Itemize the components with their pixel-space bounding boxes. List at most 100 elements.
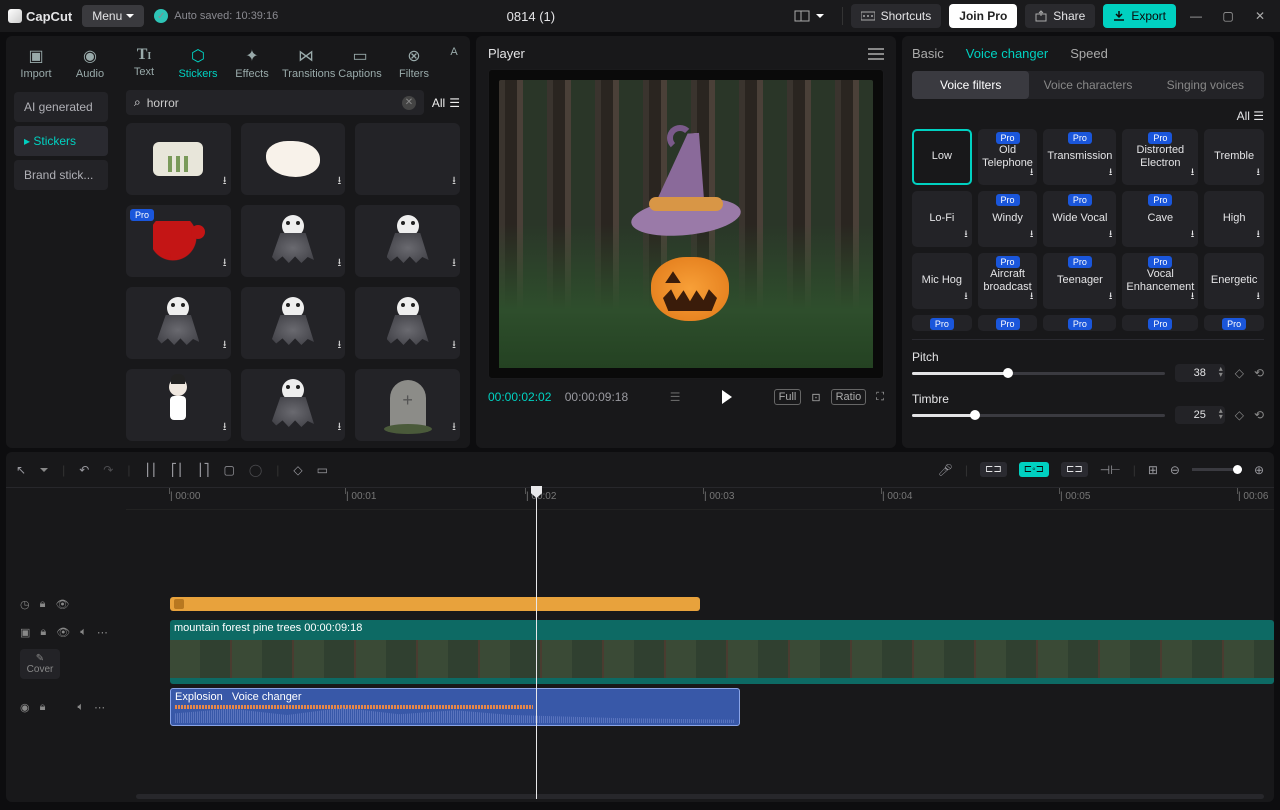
search-input[interactable]: [147, 96, 396, 110]
download-icon[interactable]: ⭳: [1109, 227, 1113, 244]
tab-audio[interactable]: ◉Audio: [66, 42, 114, 84]
snap-tool[interactable]: ⊏⊐: [1061, 462, 1088, 477]
download-icon[interactable]: ⭳: [337, 418, 341, 437]
sticker-item[interactable]: ⭳: [241, 287, 346, 359]
magnet-tool[interactable]: ⊏⊐: [980, 462, 1007, 477]
join-pro-button[interactable]: Join Pro: [949, 4, 1017, 28]
voice-filter-card[interactable]: ProTeenager⭳: [1043, 253, 1116, 309]
mute-icon[interactable]: 🔈︎: [77, 701, 84, 714]
voice-filter-card[interactable]: ProOld Telephone⭳: [978, 129, 1038, 185]
download-icon[interactable]: ⭳: [337, 254, 341, 273]
video-clip[interactable]: mountain forest pine trees 00:00:09:18: [170, 620, 1274, 684]
tab-speed[interactable]: Speed: [1070, 46, 1108, 61]
full-button[interactable]: Full: [774, 389, 802, 405]
align-tool[interactable]: ⊣⊢: [1100, 463, 1121, 477]
download-icon[interactable]: ⭳: [452, 254, 456, 273]
video-icon[interactable]: ▣: [20, 626, 30, 639]
menu-button[interactable]: Menu: [82, 5, 144, 27]
lock-icon[interactable]: 🔒︎: [40, 701, 46, 714]
player-menu-icon[interactable]: [868, 48, 884, 60]
download-icon[interactable]: ⭳: [337, 336, 341, 355]
mic-icon[interactable]: 🎤︎: [938, 463, 953, 477]
chevron-down-icon[interactable]: [40, 468, 48, 472]
subtab-characters[interactable]: Voice characters: [1029, 71, 1146, 99]
voice-filter-card[interactable]: ProWide Vocal⭳: [1043, 191, 1116, 247]
voice-filter-card[interactable]: Tremble⭳: [1204, 129, 1264, 185]
voice-filter-card[interactable]: Pro: [1122, 315, 1198, 331]
sidebar-item-brand[interactable]: Brand stick...: [14, 160, 108, 190]
voice-filter-card[interactable]: High⭳: [1204, 191, 1264, 247]
download-icon[interactable]: ⭳: [1257, 165, 1261, 182]
voice-filter-card[interactable]: Mic Hog⭳: [912, 253, 972, 309]
tab-effects[interactable]: ✦Effects: [228, 42, 276, 84]
sticker-overlay[interactable]: [631, 133, 741, 253]
tab-stickers[interactable]: ⬡Stickers: [174, 42, 222, 84]
tab-captions[interactable]: ▭Captions: [336, 42, 384, 84]
window-maximize[interactable]: ▢: [1216, 9, 1240, 23]
keyframe-icon[interactable]: ⟲: [1254, 366, 1264, 380]
timeline-scrollbar[interactable]: [136, 794, 1264, 799]
download-icon[interactable]: ⭳: [1257, 289, 1261, 306]
audio-icon[interactable]: ◉: [20, 701, 30, 714]
voice-filter-card[interactable]: Pro: [1043, 315, 1116, 331]
subtab-singing[interactable]: Singing voices: [1147, 71, 1264, 99]
voice-filter-card[interactable]: ProVocal Enhancement⭳: [1122, 253, 1198, 309]
select-tool[interactable]: ↖: [16, 463, 26, 477]
sticker-item[interactable]: ⭳: [126, 287, 231, 359]
lock-icon[interactable]: 🔒︎: [40, 598, 46, 611]
sidebar-item-ai[interactable]: AI generated: [14, 92, 108, 122]
tab-transitions[interactable]: ⋈Transitions: [282, 42, 330, 84]
zoom-out[interactable]: ⊖: [1170, 463, 1180, 477]
search-box[interactable]: ⌕ ✕: [126, 90, 424, 115]
fullscreen-icon[interactable]: ⛶: [876, 391, 884, 404]
download-icon[interactable]: ⭳: [1030, 165, 1034, 182]
voice-filter-card[interactable]: Pro: [912, 315, 972, 331]
pitch-slider[interactable]: [912, 372, 1165, 375]
voice-filter-card[interactable]: ProWindy⭳: [978, 191, 1038, 247]
sticker-item[interactable]: ⭳: [126, 369, 231, 441]
link-tool[interactable]: ⊏◦⊐: [1019, 462, 1049, 477]
download-icon[interactable]: ⭳: [223, 172, 227, 191]
more-icon[interactable]: ⋯: [97, 626, 108, 639]
download-icon[interactable]: ⭳: [452, 418, 456, 437]
voice-filter-card[interactable]: ProDistrorted Electron⭳: [1122, 129, 1198, 185]
clock-icon[interactable]: ◷: [20, 598, 30, 611]
voice-filter-card[interactable]: Energetic⭳: [1204, 253, 1264, 309]
cover-button[interactable]: ✎Cover: [20, 649, 60, 679]
sticker-item[interactable]: ⭳: [241, 205, 346, 277]
all-button[interactable]: All ☰: [1237, 109, 1264, 123]
download-icon[interactable]: ⭳: [223, 336, 227, 355]
sticker-item[interactable]: ⭳: [355, 369, 460, 441]
download-icon[interactable]: ⭳: [337, 172, 341, 191]
tab-adjust[interactable]: A: [444, 42, 464, 62]
download-icon[interactable]: ⭳: [1191, 165, 1195, 182]
play-button[interactable]: [722, 390, 732, 404]
download-icon[interactable]: ⭳: [1109, 165, 1113, 182]
share-button[interactable]: Share: [1025, 4, 1095, 28]
sticker-item[interactable]: ⭳: [355, 123, 460, 195]
clear-icon[interactable]: ✕: [402, 96, 416, 110]
timbre-value[interactable]: 25▴▾: [1175, 406, 1225, 424]
download-icon[interactable]: ⭳: [1191, 227, 1195, 244]
keyframe-icon[interactable]: ⟲: [1254, 408, 1264, 422]
lock-icon[interactable]: 🔒︎: [40, 626, 46, 639]
zoom-slider[interactable]: [1192, 468, 1242, 471]
more-icon[interactable]: ⋯: [94, 701, 105, 714]
shortcuts-button[interactable]: Shortcuts: [851, 4, 942, 28]
sticker-item[interactable]: ⭳: [241, 369, 346, 441]
tab-basic[interactable]: Basic: [912, 46, 944, 61]
download-icon[interactable]: ⭳: [964, 289, 968, 306]
voice-filter-card[interactable]: Pro: [978, 315, 1038, 331]
timbre-slider[interactable]: [912, 414, 1165, 417]
window-close[interactable]: ✕: [1248, 9, 1272, 23]
redo-button[interactable]: ↷: [103, 463, 113, 477]
download-icon[interactable]: ⭳: [964, 227, 968, 244]
video-preview[interactable]: [488, 69, 884, 379]
download-icon[interactable]: ⭳: [223, 254, 227, 273]
export-button[interactable]: Export: [1103, 4, 1176, 28]
download-icon[interactable]: ⭳: [1191, 289, 1195, 306]
marker-tool[interactable]: ◇: [293, 463, 302, 477]
voice-filter-card[interactable]: ProAircraft broadcast⭳: [978, 253, 1038, 309]
playhead[interactable]: [536, 488, 537, 799]
tab-import[interactable]: ▣Import: [12, 42, 60, 84]
